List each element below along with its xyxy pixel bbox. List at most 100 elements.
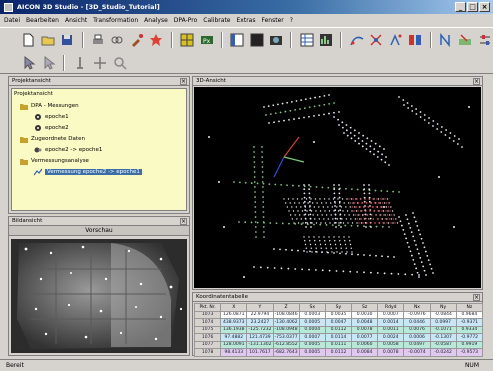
column-header[interactable]: Pkt. Nr. [193,303,222,312]
3d-view-close-button[interactable]: × [473,78,480,85]
zoom-button[interactable] [111,54,128,71]
menu-help[interactable]: ? [290,17,293,24]
3d-point-cloud-view[interactable] [194,87,481,288]
column-header[interactable]: Sy [324,303,353,312]
cloud-point [339,205,341,207]
pin-button[interactable] [71,54,88,71]
move-button[interactable] [91,54,108,71]
table-row[interactable]: 1078 98.4133 101.7617 -682.7643 0.0005 0.0112… [193,348,484,357]
tree-node-assignment[interactable]: epoche2 -> epoche1 [34,146,102,154]
window-button[interactable] [248,31,265,48]
cloud-point [412,235,415,238]
menu-analyse[interactable]: Analyse [144,17,168,24]
menu-transformation[interactable]: Transformation [93,17,138,24]
cloud-point [339,221,342,224]
compare-icon [409,34,422,45]
cloud-point [300,206,302,208]
column-header[interactable]: Sz [351,303,379,312]
cloud-point [373,210,375,212]
link-button[interactable] [109,31,126,48]
normal-button[interactable] [438,31,455,48]
column-header[interactable]: Ny [429,303,457,312]
curve-button[interactable] [348,31,365,48]
tree-node-zugeordnete-daten[interactable]: Zugeordnete Daten [20,135,85,143]
cloud-point [278,120,280,123]
tree-node-epoche2[interactable]: epoche2 [34,124,69,132]
table-row[interactable]: 1074 438.9373 23.2427 -130.4062 0.0005 0.0047… [193,318,484,327]
tree-node-vermessungsanalyse[interactable]: Vermessungsanalyse [20,157,89,165]
pick-point-button[interactable] [40,54,57,71]
column-header[interactable]: Nz [455,303,484,312]
cloud-point [339,243,342,246]
cloud-point [413,216,416,219]
settings-button[interactable] [477,31,493,48]
transform-button[interactable] [368,31,385,48]
cloud-point [311,202,314,204]
cloud-point [363,271,365,274]
cloud-point [384,198,386,200]
save-button[interactable] [59,31,76,48]
grid-view-button[interactable] [179,31,196,48]
menu-calibrate[interactable]: Calibrate [203,17,230,24]
menu-dpa-pro[interactable]: DPA-Pro [174,17,198,24]
layout-button[interactable] [229,31,246,48]
table-row[interactable]: 1076 97.4882 121.4739 -753.0377 0.0007 0.0114… [193,333,484,342]
measurement-photo[interactable] [11,239,187,353]
select-button[interactable] [20,54,37,71]
tree-root[interactable]: Projektansicht [14,91,53,97]
image-panel-close-button[interactable]: × [180,218,187,225]
cloud-point [279,248,281,251]
table-button[interactable] [298,31,315,48]
column-header[interactable]: Nx [403,303,431,312]
column-header[interactable]: Sx [298,303,326,312]
cloud-point [310,247,312,249]
coordinates-table[interactable]: Pkt. Nr. X Y Z Sx Sy Sz Rdyd Nx Ny Nz 1073 126.0871… [193,303,484,357]
tree-node-analysis-selected[interactable]: Vermessung epoche2 -> epoche1 [34,168,142,176]
menu-datei[interactable]: Datei [4,17,20,24]
menu-ansicht[interactable]: Ansicht [65,17,87,24]
cloud-point [303,214,305,216]
surface-button[interactable] [457,31,474,48]
table-row[interactable]: 1075 136.1938 -125.7232 -108.0948 0.0004 0.01… [193,325,484,334]
star-button[interactable] [148,31,165,48]
column-header[interactable]: Rdyd [377,303,405,312]
print-button[interactable] [90,31,107,48]
minimize-button[interactable]: _ [455,2,466,12]
new-file-button[interactable] [20,31,37,48]
cloud-point [319,243,322,246]
cloud-point [293,202,296,204]
column-header[interactable]: Z [272,303,300,312]
measure-button[interactable]: Px [198,31,215,48]
column-header[interactable]: Y [246,303,274,312]
menu-bearbeiten[interactable]: Bearbeiten [26,17,59,24]
table-row[interactable]: 1073 126.0871 22.9794 -108.0846 0.0003 0.0035… [193,310,484,319]
cloud-point [322,206,325,208]
menu-fenster[interactable]: Fenster [261,17,283,24]
project-tree[interactable]: Projektansicht DPA - Messungen epoche1 e… [11,88,187,211]
align-button[interactable] [388,31,405,48]
project-panel-close-button[interactable]: × [180,78,187,85]
menu-extras[interactable]: Extras [237,17,256,24]
cloud-point [333,184,335,186]
camera-button[interactable] [268,31,285,48]
tree-node-epoche1[interactable]: epoche1 [34,113,69,121]
cloud-point [304,206,307,208]
cloud-point [468,106,470,108]
open-button[interactable] [40,31,57,48]
tree-node-dpa-messungen[interactable]: DPA - Messungen [20,102,79,110]
compare-button[interactable] [407,31,424,48]
cloud-point [356,222,358,224]
cloud-point [275,222,278,225]
brush-button[interactable] [129,31,146,48]
column-header[interactable]: X [220,303,248,312]
chart-button[interactable] [318,31,335,48]
cloud-point [381,255,383,258]
table-row[interactable]: 1077 128.0091 -131.1302 -612.8552 0.0005 0.01… [193,340,484,349]
cloud-point [341,218,343,220]
cloud-point [335,226,337,228]
cloud-point [372,218,375,220]
close-button[interactable]: × [479,2,490,12]
maximize-button[interactable]: □ [467,2,478,12]
cloud-point [297,249,299,252]
coordinates-close-button[interactable]: × [473,294,480,301]
